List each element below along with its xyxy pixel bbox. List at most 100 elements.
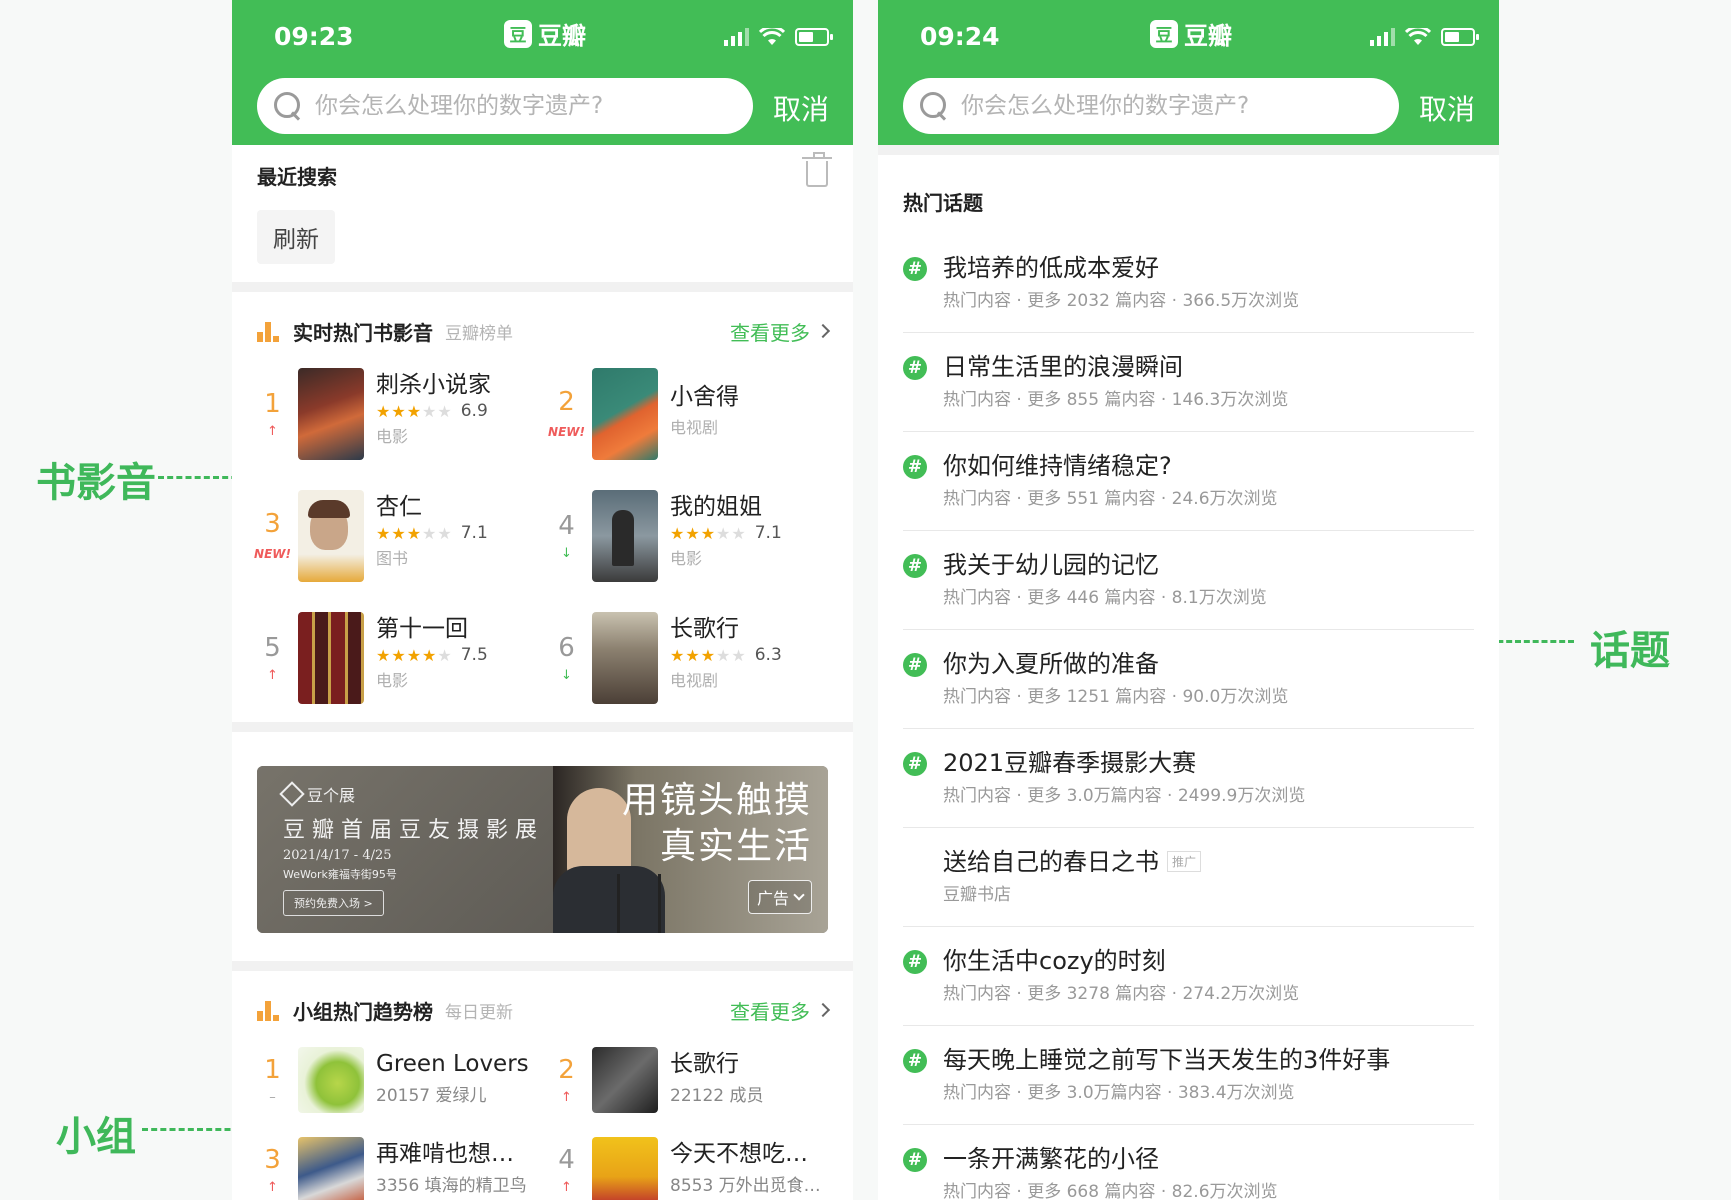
group-item[interactable]: 1– Green Lovers 20157 爱绿儿: [257, 1047, 551, 1113]
media-title: 刺杀小说家: [376, 372, 491, 398]
search-icon: [919, 91, 949, 121]
media-item[interactable]: 4 ↓ 我的姐姐 ★★★★★ 7.1 电影: [551, 490, 827, 582]
search-icon: [273, 91, 303, 121]
rating-value: 7.5: [460, 645, 488, 665]
topic-item[interactable]: # 每天晚上睡觉之前写下当天发生的3件好事 热门内容 · 更多 3.0万篇内容 …: [903, 1026, 1474, 1125]
hashtag-icon: #: [903, 455, 927, 479]
rank-column: 4 ↑: [551, 1137, 582, 1200]
topic-item[interactable]: # 我培养的低成本爱好 热门内容 · 更多 2032 篇内容 · 366.5万次…: [903, 234, 1474, 333]
topic-item[interactable]: # 你为入夏所做的准备 热门内容 · 更多 1251 篇内容 · 90.0万次浏…: [903, 630, 1474, 729]
topic-title: 我培养的低成本爱好: [943, 254, 1159, 282]
media-item[interactable]: 2 NEW! 小舍得 电视剧: [548, 368, 827, 460]
trash-icon[interactable]: [802, 152, 832, 187]
ranking-icon: [257, 999, 281, 1021]
topic-item[interactable]: # 日常生活里的浪漫瞬间 热门内容 · 更多 855 篇内容 · 146.3万次…: [903, 333, 1474, 432]
section-divider: [232, 722, 853, 732]
banner-brand-icon: [279, 781, 305, 807]
rank-column: 1–: [257, 1047, 288, 1113]
topic-item[interactable]: # 2021豆瓣春季摄影大赛 热门内容 · 更多 3.0万篇内容 · 2499.…: [903, 729, 1474, 828]
media-item[interactable]: 1 ↑ 刺杀小说家 ★★★★★ 6.9 电影: [257, 368, 551, 460]
topic-item[interactable]: # 你如何维持情绪稳定? 热门内容 · 更多 551 篇内容 · 24.6万次浏…: [903, 432, 1474, 531]
douban-logo-icon: 豆: [504, 19, 532, 48]
trend-flat-icon: –: [269, 1089, 276, 1105]
chevron-right-icon: [815, 1002, 831, 1018]
hashtag-icon: #: [903, 1148, 927, 1172]
rank-number: 3: [264, 1144, 281, 1175]
group-trend-section: 小组热门趋势榜 每日更新 查看更多 1– Green Lovers 20157 …: [232, 971, 853, 1200]
banner-chair-image: [617, 874, 661, 933]
group-item[interactable]: 2 ↑ 长歌行 22122 成员: [551, 1047, 827, 1113]
group-members: 20157 爱绿儿: [376, 1086, 487, 1106]
group-trend-title: 小组热门趋势榜: [293, 999, 433, 1024]
topic-meta: 热门内容 · 更多 2032 篇内容 · 366.5万次浏览: [943, 291, 1300, 311]
status-icons: [724, 28, 833, 46]
hot-media-more-link[interactable]: 查看更多: [730, 317, 831, 346]
new-badge: NEW!: [254, 547, 291, 561]
cancel-button[interactable]: 取消: [773, 88, 829, 128]
recent-search-chip[interactable]: 刷新: [257, 210, 335, 264]
wifi-icon: [759, 28, 785, 45]
topic-meta: 热门内容 · 更多 446 篇内容 · 8.1万次浏览: [943, 588, 1267, 608]
app-header: 09:24 豆 豆瓣 取消: [878, 0, 1499, 145]
poster-image: [298, 368, 364, 460]
topic-item[interactable]: # 一条开满繁花的小径 热门内容 · 更多 668 篇内容 · 82.6万次浏览: [903, 1125, 1474, 1200]
douban-logo: 豆 豆瓣: [504, 16, 586, 51]
group-trend-more-link[interactable]: 查看更多: [730, 996, 831, 1025]
topic-meta: 热门内容 · 更多 3278 篇内容 · 274.2万次浏览: [943, 984, 1300, 1004]
media-title: 我的姐姐: [670, 494, 762, 520]
media-item[interactable]: 5 ↑ 第十一回 ★★★★★ 7.5 电影: [257, 612, 551, 704]
battery-icon: [1441, 28, 1479, 46]
annotation-topic: 话题: [1590, 628, 1670, 674]
douban-logo-text: 豆瓣: [538, 22, 586, 50]
trend-up-icon: ↑: [267, 423, 278, 439]
search-bar[interactable]: [903, 78, 1399, 134]
douban-logo: 豆 豆瓣: [1150, 16, 1232, 51]
media-item[interactable]: 6 ↓ 长歌行 ★★★★★ 6.3 电视剧: [551, 612, 827, 704]
media-kind: 电影: [670, 549, 703, 568]
group-item[interactable]: 4 ↑ 今天不想吃… 8553 万外出觅食…: [551, 1137, 827, 1200]
battery-icon: [795, 28, 833, 46]
trend-down-icon: ↓: [561, 667, 572, 683]
topic-title: 送给自己的春日之书: [943, 848, 1159, 876]
cancel-button[interactable]: 取消: [1419, 88, 1475, 128]
hashtag-icon: #: [903, 356, 927, 380]
group-members: 8553 万外出觅食…: [670, 1176, 821, 1196]
group-avatar: [298, 1047, 364, 1113]
poster-image: [592, 612, 658, 704]
more-label: 查看更多: [730, 999, 810, 1024]
ad-banner[interactable]: 豆个展 豆瓣首届豆友摄影展 2021/4/17 - 4/25 WeWork雍福寺…: [257, 766, 828, 933]
topic-item[interactable]: # 我关于幼儿园的记忆 热门内容 · 更多 446 篇内容 · 8.1万次浏览: [903, 531, 1474, 630]
trend-down-icon: ↓: [561, 545, 572, 561]
annotation-book-film-music: 书影音: [36, 460, 156, 506]
rating-value: 7.1: [460, 523, 488, 543]
rank-number: 1: [264, 388, 281, 419]
group-trend-subtitle: 每日更新: [445, 1002, 513, 1023]
hot-media-section: 实时热门书影音 豆瓣榜单 查看更多 1 ↑ 刺杀小说家 ★★★★★ 6.9 电影 2…: [232, 292, 853, 704]
topic-title: 你如何维持情绪稳定?: [943, 452, 1172, 480]
topic-title: 每天晚上睡觉之前写下当天发生的3件好事: [943, 1046, 1391, 1074]
promoted-topic-item[interactable]: 送给自己的春日之书 推广 豆瓣书店: [903, 828, 1474, 927]
search-input[interactable]: [961, 93, 1381, 119]
hashtag-icon: #: [903, 653, 927, 677]
group-name: 今天不想吃…: [670, 1141, 808, 1167]
more-label: 查看更多: [730, 320, 810, 345]
topic-title: 你生活中cozy的时刻: [943, 947, 1166, 975]
banner-brand-text: 豆个展: [307, 786, 356, 805]
group-members: 3356 填海的精卫鸟: [376, 1176, 527, 1196]
chevron-right-icon: [815, 323, 831, 339]
group-item[interactable]: 3 ↑ 再难啃也想… 3356 填海的精卫鸟: [257, 1137, 551, 1200]
topic-item[interactable]: # 你生活中cozy的时刻 热门内容 · 更多 3278 篇内容 · 274.2…: [903, 927, 1474, 1026]
hot-topics-title: 热门话题: [903, 191, 983, 215]
rank-column: 5 ↑: [257, 612, 288, 704]
signal-icon: [1370, 28, 1395, 46]
hot-media-grid: 1 ↑ 刺杀小说家 ★★★★★ 6.9 电影 2 NEW! 小舍得 电视剧 3 NE: [254, 368, 828, 704]
search-bar[interactable]: [257, 78, 753, 134]
ad-label[interactable]: 广告: [747, 880, 812, 914]
banner-reserve-button[interactable]: 预约免费入场 >: [283, 890, 384, 916]
group-avatar: [592, 1137, 658, 1200]
media-kind: 电视剧: [670, 418, 719, 437]
media-item[interactable]: 3 NEW! 杏仁 ★★★★★ 7.1 图书: [254, 490, 551, 582]
hot-media-subtitle: 豆瓣榜单: [445, 323, 513, 344]
search-input[interactable]: [315, 93, 735, 119]
poster-image: [592, 490, 658, 582]
